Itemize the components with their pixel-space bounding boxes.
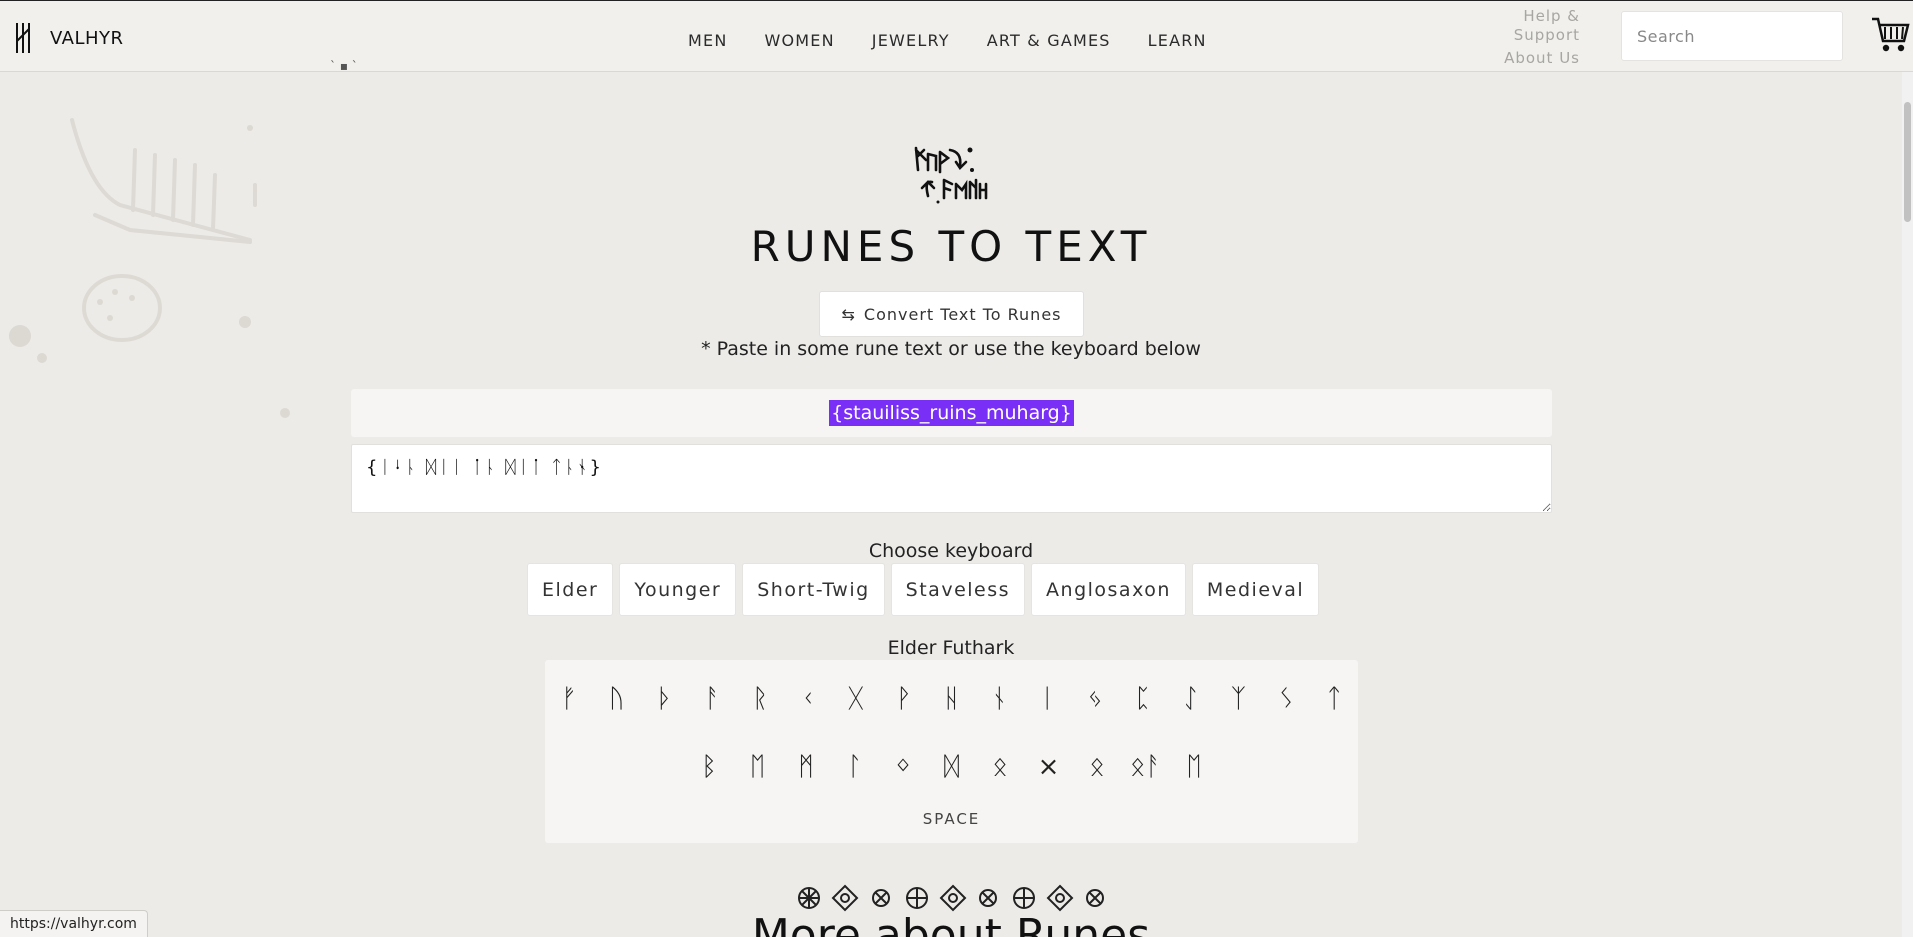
space-key[interactable]: SPACE (545, 810, 1358, 828)
page-title: RUNES TO TEXT (750, 222, 1152, 271)
nav-art-games[interactable]: ART & GAMES (987, 31, 1111, 50)
site-header: VALHYR ˋ ▪ ˋ MEN WOMEN JEWELRY ART & GAM… (0, 0, 1913, 73)
rune-key[interactable]: ᛁ (1023, 678, 1071, 720)
rune-key[interactable]: ᚦ (641, 678, 689, 720)
page-scrollbar[interactable] (1902, 72, 1913, 937)
rune-keyboard: ᚠ ᚢ ᚦ ᚨ ᚱ ᚲ ᚷ ᚹ ᚺ ᚾ ᛁ ᛃ ᛈ ᛇ ᛉ ᛊ ᛏ ᛒ ᛖ ᛗ … (545, 660, 1358, 843)
rune-key[interactable]: ᚲ (784, 678, 832, 720)
rune-key[interactable]: ᛉ (1215, 678, 1263, 720)
rune-key[interactable]: ᚾ (975, 678, 1023, 720)
rune-key[interactable]: ᚹ (880, 678, 928, 720)
rune-row-2: ᛒ ᛖ ᛗ ᛚ ᛜ ᛞ ᛟ × ᛟ ᛟᚨ ᛖ (545, 746, 1358, 788)
rune-key[interactable]: × (1024, 746, 1073, 788)
help-links: Help & Support About Us (1504, 7, 1580, 68)
rune-key[interactable]: ᛗ (782, 746, 831, 788)
rune-row-1: ᚠ ᚢ ᚦ ᚨ ᚱ ᚲ ᚷ ᚹ ᚺ ᚾ ᛁ ᛃ ᛈ ᛇ ᛉ ᛊ ᛏ (545, 678, 1358, 720)
scrollbar-thumb[interactable] (1904, 102, 1911, 222)
cart-icon[interactable] (1870, 13, 1910, 59)
keyboard-name: Elder Futhark (887, 637, 1015, 659)
rune-key[interactable]: ᛟ (1073, 746, 1122, 788)
tab-anglosaxon[interactable]: Anglosaxon (1031, 563, 1186, 616)
rune-key[interactable]: ᚺ (928, 678, 976, 720)
brand-logo[interactable]: VALHYR (14, 21, 124, 55)
futhark-emblem-icon (914, 146, 988, 204)
rune-key[interactable]: ᚱ (736, 678, 784, 720)
rune-key[interactable]: ᛚ (830, 746, 879, 788)
rune-key[interactable]: ᛈ (1119, 678, 1167, 720)
rune-key[interactable]: ᛖ (1170, 746, 1219, 788)
status-bar-url: https://valhyr.com (0, 910, 148, 937)
tab-short-twig[interactable]: Short-Twig (742, 563, 885, 616)
rune-input-textarea[interactable]: {ᛁᛍᚿ ᛞᛁᛁ ᛙᚿ ᛞᛁᛙ ᛏᚿᛀ} (351, 444, 1552, 513)
swap-arrows-icon: ⇆ (841, 304, 856, 324)
rune-key[interactable]: ᛜ (879, 746, 928, 788)
instruction-hint: * Paste in some rune text or use the key… (701, 338, 1201, 360)
rune-key[interactable]: ᛖ (733, 746, 782, 788)
tab-staveless[interactable]: Staveless (890, 563, 1026, 616)
rune-key[interactable]: ᛟᚨ (1121, 746, 1170, 788)
keyboard-tabs: Elder Younger Short-Twig Staveless Anglo… (527, 563, 1320, 616)
help-support-link-line1[interactable]: Help & (1504, 7, 1580, 26)
rune-key[interactable]: ᚷ (832, 678, 880, 720)
nav-women[interactable]: WOMEN (764, 31, 834, 50)
tab-younger[interactable]: Younger (619, 563, 737, 616)
nav-jewelry[interactable]: JEWELRY (872, 31, 950, 50)
choose-keyboard-label: Choose keyboard (868, 540, 1034, 562)
rune-key[interactable]: ᚨ (688, 678, 736, 720)
translated-text-selected[interactable]: {stauiliss_ruins_muharg} (829, 400, 1074, 426)
rune-key[interactable]: ᚢ (593, 678, 641, 720)
nav-men[interactable]: MEN (688, 31, 727, 50)
tab-medieval[interactable]: Medieval (1191, 563, 1320, 616)
tab-elder[interactable]: Elder (527, 563, 614, 616)
help-support-link-line2[interactable]: Support (1504, 26, 1580, 45)
rune-key[interactable]: ᛇ (1167, 678, 1215, 720)
rune-key[interactable]: ᛏ (1310, 678, 1358, 720)
valhyr-logo-icon (16, 23, 30, 53)
brand-name: VALHYR (50, 27, 124, 49)
rune-key[interactable]: ᛞ (927, 746, 976, 788)
rune-key[interactable]: ᛃ (1071, 678, 1119, 720)
scrolled-content-fragment: ˋ ▪ ˋ (330, 59, 358, 73)
about-us-link[interactable]: About Us (1504, 49, 1580, 68)
more-about-runes-heading: More about Runes (751, 910, 1151, 937)
nav-learn[interactable]: LEARN (1148, 31, 1207, 50)
rune-key[interactable]: ᛟ (976, 746, 1025, 788)
rune-key[interactable]: ᛊ (1262, 678, 1310, 720)
translated-output-box: {stauiliss_ruins_muharg} (351, 389, 1552, 437)
convert-text-to-runes-button[interactable]: ⇆ Convert Text To Runes (819, 291, 1084, 337)
convert-button-label: Convert Text To Runes (863, 304, 1062, 324)
search-input[interactable] (1621, 11, 1843, 61)
rune-key[interactable]: ᛒ (685, 746, 734, 788)
main-nav: MEN WOMEN JEWELRY ART & GAMES LEARN (688, 31, 1207, 50)
rune-key[interactable]: ᚠ (545, 678, 593, 720)
